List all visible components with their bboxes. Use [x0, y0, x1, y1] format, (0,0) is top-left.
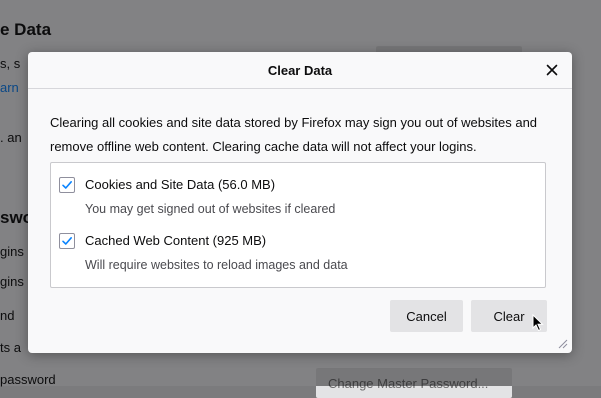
close-button[interactable]: [542, 60, 562, 80]
cache-checkbox[interactable]: [59, 233, 75, 249]
mouse-pointer-icon: [532, 314, 544, 332]
checkmark-icon: [62, 181, 72, 189]
cache-sublabel: Will require websites to reload images a…: [85, 258, 348, 272]
option-cache: Cached Web Content (925 MB) Will require…: [59, 232, 348, 274]
clear-data-dialog: Clear Data Clearing all cookies and site…: [28, 52, 572, 353]
close-icon: [546, 64, 558, 76]
dialog-description: Clearing all cookies and site data store…: [50, 115, 538, 154]
checkmark-icon: [62, 237, 72, 245]
cookies-option-text: Cookies and Site Data (56.0 MB) You may …: [85, 176, 335, 218]
cache-label[interactable]: Cached Web Content (925 MB): [85, 232, 348, 250]
cookies-label[interactable]: Cookies and Site Data (56.0 MB): [85, 176, 335, 194]
option-cookies: Cookies and Site Data (56.0 MB) You may …: [59, 176, 335, 218]
cache-option-text: Cached Web Content (925 MB) Will require…: [85, 232, 348, 274]
resize-grip-icon[interactable]: [556, 337, 568, 349]
cancel-button[interactable]: Cancel: [390, 300, 463, 332]
cookies-sublabel: You may get signed out of websites if cl…: [85, 202, 336, 216]
dialog-title: Clear Data: [267, 62, 333, 78]
dialog-titlebar: Clear Data: [28, 52, 572, 89]
clear-options-box: Cookies and Site Data (56.0 MB) You may …: [50, 162, 546, 288]
cookies-checkbox[interactable]: [59, 177, 75, 193]
